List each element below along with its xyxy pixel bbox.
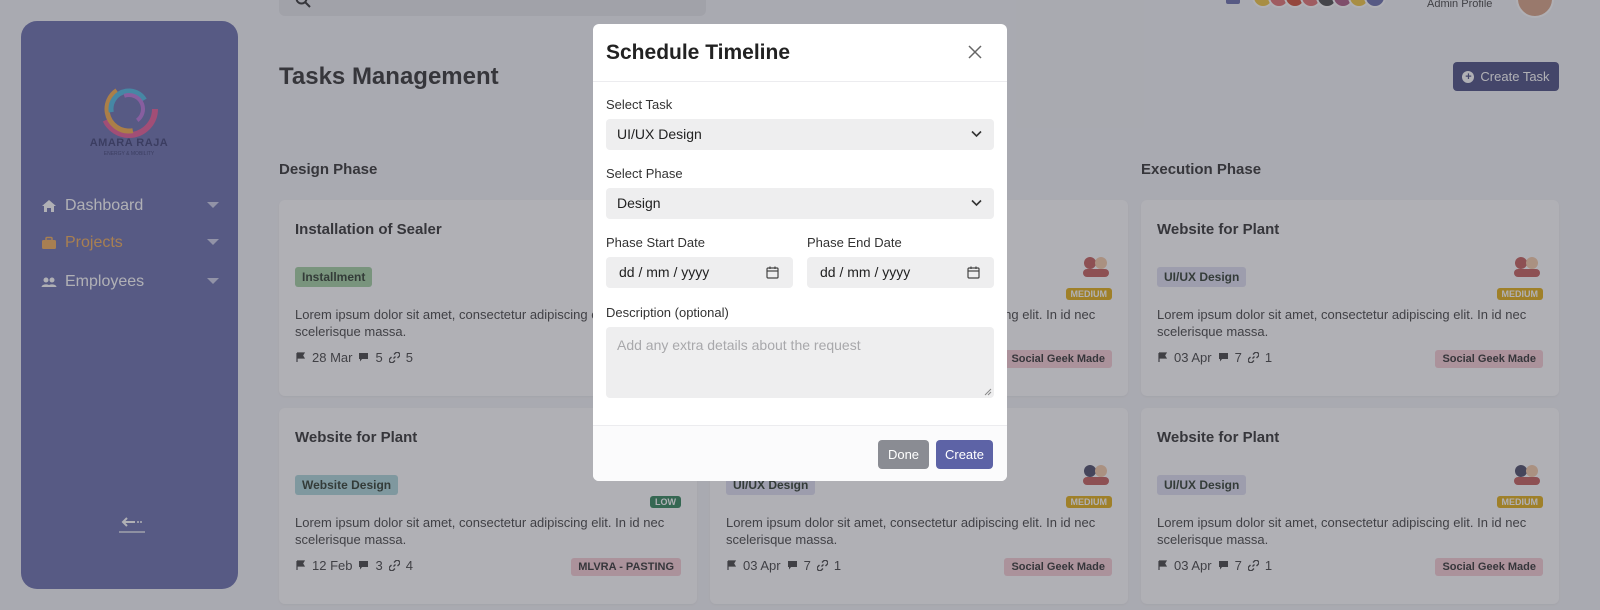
select-task-value: UI/UX Design [617,126,702,142]
start-date-placeholder: dd / mm / yyyy [619,264,710,280]
select-phase-value: Design [617,195,661,211]
description-label: Description (optional) [606,305,729,320]
divider [593,81,1007,82]
chevron-down-icon [971,199,982,207]
modal-title: Schedule Timeline [606,41,791,64]
description-placeholder: Add any extra details about the request [617,337,861,353]
done-button[interactable]: Done [878,440,929,469]
close-icon[interactable] [967,44,983,60]
schedule-timeline-modal: Schedule Timeline Select Task UI/UX Desi… [593,24,1007,481]
start-date-input[interactable]: dd / mm / yyyy [606,257,793,288]
chevron-down-icon [971,130,982,138]
start-date-label: Phase Start Date [606,235,705,250]
description-textarea[interactable]: Add any extra details about the request [606,327,994,398]
end-date-label: Phase End Date [807,235,902,250]
create-button[interactable]: Create [936,440,993,469]
calendar-icon[interactable] [967,266,980,279]
resize-handle-icon[interactable] [983,387,992,396]
select-phase-label: Select Phase [606,166,683,181]
select-phase-dropdown[interactable]: Design [606,188,994,219]
calendar-icon[interactable] [766,266,779,279]
end-date-input[interactable]: dd / mm / yyyy [807,257,994,288]
select-task-dropdown[interactable]: UI/UX Design [606,119,994,150]
modal-footer: Done Create [593,425,1007,481]
select-task-label: Select Task [606,97,673,112]
end-date-placeholder: dd / mm / yyyy [820,264,911,280]
